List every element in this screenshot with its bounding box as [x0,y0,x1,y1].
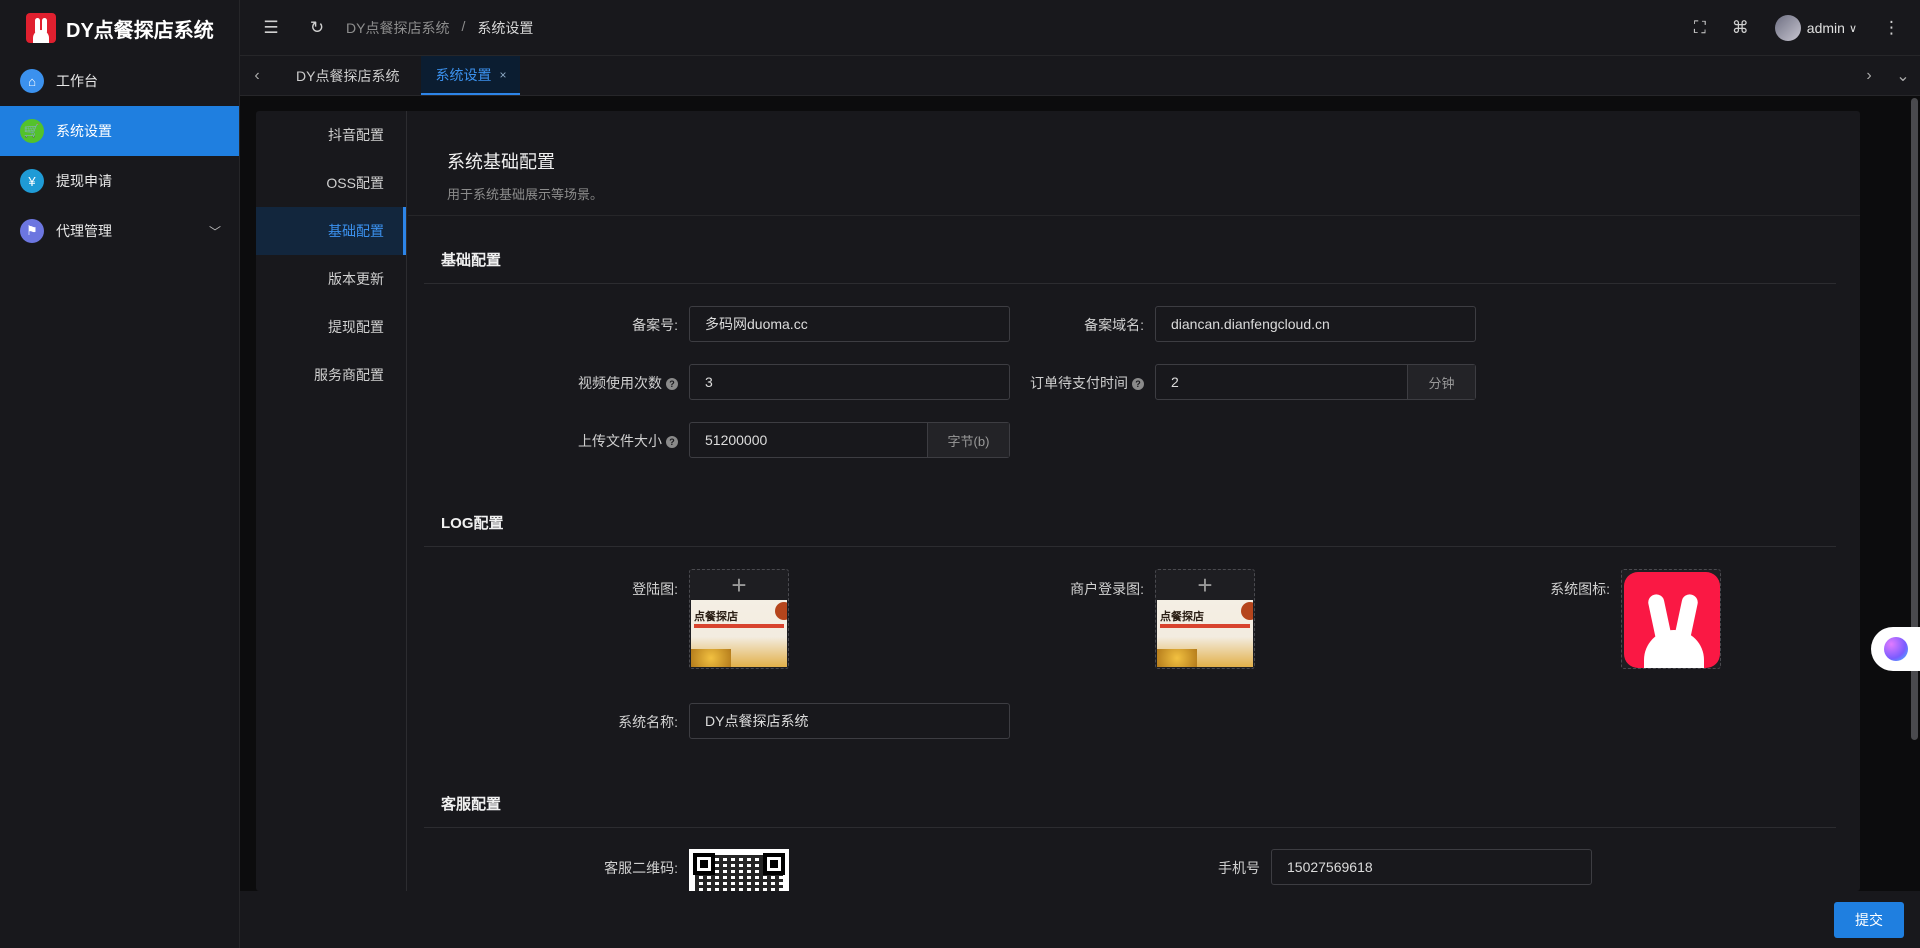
record-domain-label: 备案域名: [1084,317,1144,333]
app-title: DY点餐探店系统 [66,19,214,42]
username: admin [1806,20,1845,36]
sidebar-item-label: 提现申请 [56,173,112,189]
settings-card: 抖音配置 OSS配置 基础配置 版本更新 提现配置 服务商配置 系统基础配置 用… [256,111,1860,891]
settings-main: 系统基础配置 用于系统基础展示等场景。 基础配置 备案号: 备案域名: 视频使用… [408,111,1860,891]
qr-label: 客服二维码: [604,860,678,876]
sys-name-input[interactable] [690,704,1009,738]
upload-size-label: 上传文件大小? [478,431,678,451]
breadcrumb-separator: / [461,17,466,34]
top-header: ☰ ↻ DY点餐探店系统 / 系统设置 ⛶ ⌘ admin ∨ ⋮ [240,0,1920,56]
section-service-title: 客服配置 [424,761,1836,828]
upload-size-field[interactable]: 字节(b) [689,422,1010,458]
subnav-version-update[interactable]: 版本更新 [256,255,406,303]
plus-icon: + [1197,569,1213,600]
sys-name-field[interactable] [689,703,1010,739]
login-image-thumbnail: 点餐探店 [691,600,787,667]
upload-size-label-text: 上传文件大小 [578,433,662,449]
fullscreen-icon[interactable]: ⛶ [1694,18,1706,38]
login-img-label: 登陆图: [632,581,678,597]
sidebar-item-label: 代理管理 [56,223,112,239]
rabbit-logo-icon [26,13,56,43]
page-title: 系统基础配置 [447,152,555,172]
system-icon-upload[interactable] [1621,569,1721,669]
tab-label: DY点餐探店系统 [296,67,400,84]
upload-size-input[interactable] [690,423,927,457]
translate-icon[interactable]: ⌘ [1732,18,1749,38]
phone-input[interactable] [1272,850,1591,884]
tab-system-settings[interactable]: 系统设置 × [421,56,521,95]
app-logo[interactable]: DY点餐探店系统 [0,0,239,56]
plus-icon: + [731,569,747,600]
sidebar-item-workbench[interactable]: ⌂ 工作台 [0,56,239,106]
sidebar: DY点餐探店系统 ⌂ 工作台 🛒 系统设置 ¥ 提现申请 ⚑ 代理管理 ﹀ [0,0,240,948]
phone-label: 手机号 [1218,860,1260,876]
chevron-right-icon[interactable]: › [1852,56,1886,96]
service-qr-code[interactable] [689,849,789,891]
subnav-douyin-config[interactable]: 抖音配置 [256,111,406,159]
submit-button[interactable]: 提交 [1834,902,1904,938]
subnav-basic-config[interactable]: 基础配置 [256,207,406,255]
thumbnail-text: 点餐探店 [694,611,738,623]
help-icon[interactable]: ? [666,378,678,390]
page-header: 系统基础配置 用于系统基础展示等场景。 [408,111,1860,216]
chevron-down-icon: ∨ [1848,22,1857,35]
page-description: 用于系统基础展示等场景。 [447,187,604,202]
section-log-title: LOG配置 [424,480,1836,547]
order-wait-label: 订单待支付时间? [944,373,1144,393]
sidebar-item-agent[interactable]: ⚑ 代理管理 ﹀ [0,206,239,256]
help-icon[interactable]: ? [666,436,678,448]
refresh-icon[interactable]: ↻ [294,18,340,38]
merchant-image-thumbnail: 点餐探店 [1157,600,1253,667]
merchant-image-upload[interactable]: + 点餐探店 [1155,569,1255,669]
video-count-label: 视频使用次数? [478,373,678,393]
breadcrumb-item[interactable]: DY点餐探店系统 [346,18,449,38]
chevron-down-icon[interactable]: ⌄ [1886,56,1920,96]
assistant-float-button[interactable] [1871,627,1920,671]
order-wait-unit: 分钟 [1407,365,1475,399]
help-icon[interactable]: ? [1132,378,1144,390]
tab-label: 系统设置 [435,66,492,83]
user-menu[interactable]: admin ∨ [1774,15,1857,41]
merchant-img-label: 商户登录图: [1070,581,1144,597]
tab-home[interactable]: DY点餐探店系统 [282,56,413,95]
tab-bar: ‹ DY点餐探店系统 系统设置 × › ⌄ [240,56,1920,96]
breadcrumb-current: 系统设置 [477,19,534,36]
order-wait-input[interactable] [1156,365,1407,399]
subnav-withdraw-config[interactable]: 提现配置 [256,303,406,351]
footer-bar [240,891,1920,948]
menu-collapse-icon[interactable]: ☰ [248,18,294,38]
avatar [1774,15,1801,41]
subnav-provider-config[interactable]: 服务商配置 [256,351,406,399]
sys-icon-label: 系统图标: [1550,581,1610,597]
chevron-left-icon[interactable]: ‹ [240,56,274,95]
login-image-upload[interactable]: + 点餐探店 [689,569,789,669]
chevron-down-icon: ﹀ [208,224,221,239]
order-wait-field[interactable]: 分钟 [1155,364,1476,400]
thumbnail-text: 点餐探店 [1160,611,1204,623]
yen-icon: ¥ [20,169,44,193]
rabbit-logo-icon [1624,572,1720,668]
flag-icon: ⚑ [20,219,44,243]
more-vertical-icon[interactable]: ⋮ [1883,18,1900,38]
home-icon: ⌂ [20,69,44,93]
upload-size-unit: 字节(b) [927,423,1009,457]
phone-field[interactable] [1271,849,1592,885]
close-icon[interactable]: × [499,68,506,82]
sidebar-item-label: 工作台 [56,73,98,89]
breadcrumb: DY点餐探店系统 / 系统设置 [346,18,533,38]
section-basic-title: 基础配置 [424,217,1836,284]
sidebar-item-withdrawal[interactable]: ¥ 提现申请 [0,156,239,206]
subnav-oss-config[interactable]: OSS配置 [256,159,406,207]
record-no-label: 备案号: [632,317,678,333]
record-domain-input[interactable] [1156,307,1475,341]
sidebar-item-label: 系统设置 [56,123,112,139]
record-domain-field[interactable] [1155,306,1476,342]
settings-subnav: 抖音配置 OSS配置 基础配置 版本更新 提现配置 服务商配置 [256,111,407,891]
order-wait-label-text: 订单待支付时间 [1030,375,1128,391]
sidebar-item-system-settings[interactable]: 🛒 系统设置 [0,106,239,156]
brain-icon [1884,637,1908,661]
sys-name-label: 系统名称: [618,714,678,730]
cart-icon: 🛒 [20,119,44,143]
video-count-label-text: 视频使用次数 [578,375,662,391]
